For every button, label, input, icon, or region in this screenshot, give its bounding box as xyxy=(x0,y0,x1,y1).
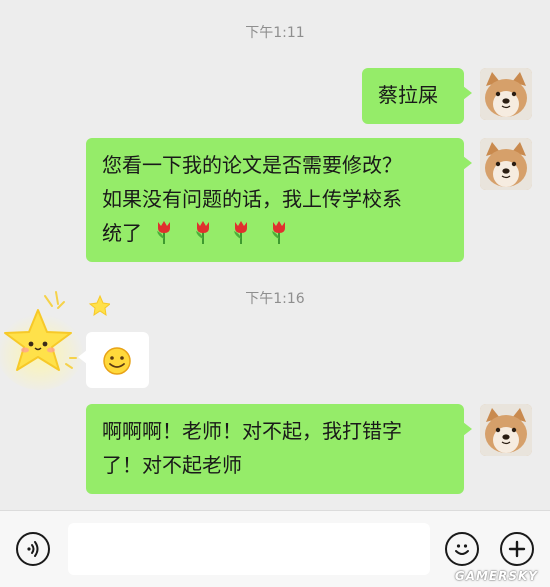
tulip-icon xyxy=(157,221,171,244)
message-bubble[interactable]: 啊啊啊！老师！对不起，我打错字 了！对不起老师 xyxy=(86,404,472,494)
chat-area[interactable]: 下午1:11 蔡拉屎 您看一下我的论文是否需要修改？ 如果没有问题的话，我上传学… xyxy=(0,0,550,510)
voice-icon xyxy=(27,541,39,557)
avatar[interactable] xyxy=(480,404,532,456)
message-text: 啊啊啊！老师！对不起，我打错字 xyxy=(102,419,402,443)
smile-emoji-icon xyxy=(103,347,131,375)
emoji-button[interactable] xyxy=(445,532,479,566)
message-text: 您看一下我的论文是否需要修改？ xyxy=(102,153,402,177)
message-text: 如果没有问题的话，我上传学校系 xyxy=(102,187,402,211)
message-text: 蔡拉屎 xyxy=(378,83,438,107)
add-button[interactable] xyxy=(500,532,534,566)
avatar[interactable] xyxy=(480,68,532,120)
tulip-icon xyxy=(195,221,209,244)
message-text-line: 统了 xyxy=(102,216,448,250)
message-bubble[interactable]: 蔡拉屎 xyxy=(362,68,472,124)
message-text: 统了 xyxy=(102,221,142,245)
message-bubble[interactable] xyxy=(78,332,149,388)
message-bubble[interactable]: 您看一下我的论文是否需要修改？ 如果没有问题的话，我上传学校系 统了 xyxy=(86,138,472,262)
timestamp: 下午1:11 xyxy=(245,25,305,41)
tulip-icon xyxy=(272,221,286,244)
message-input[interactable] xyxy=(68,523,430,575)
emoji-icon xyxy=(455,544,469,555)
voice-button[interactable] xyxy=(16,532,50,566)
avatar[interactable] xyxy=(480,138,532,190)
watermark: GAMERSKY xyxy=(454,569,538,583)
plus-icon xyxy=(508,540,526,558)
message-text: 了！对不起老师 xyxy=(102,453,242,477)
input-bar: GAMERSKY xyxy=(0,510,550,587)
tulip-icon xyxy=(234,221,248,244)
